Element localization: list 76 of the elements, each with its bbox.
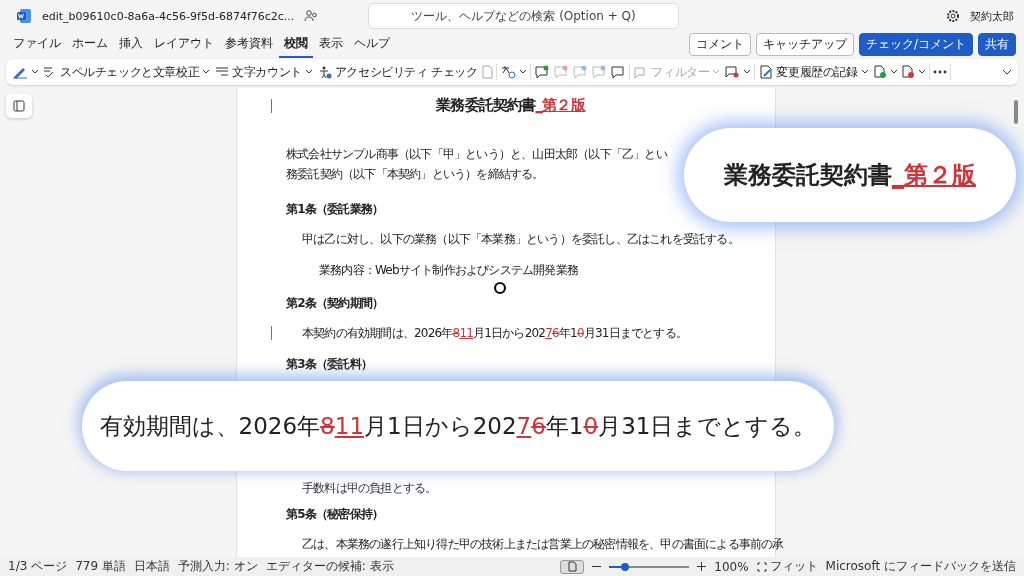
paragraph: 業務内容：Webサイト制作およびシステム開発業務 — [318, 263, 578, 277]
accessibility-button[interactable]: アクセシビリティ チェック — [316, 61, 479, 83]
caret-icon — [860, 69, 869, 75]
paragraph: 乙は、本業務の遂行上知り得た甲の技術上または営業上の秘密情報を、甲の書面による事前の承 — [301, 537, 784, 551]
menu-tab[interactable]: レイアウト — [149, 31, 219, 58]
article-heading: 第3条（委託料） — [286, 357, 372, 371]
track-changes-button[interactable]: 変更履歴の記録 — [758, 61, 870, 83]
menu-tab[interactable]: 参考資料 — [220, 31, 278, 58]
search-field[interactable]: ツール、ヘルプなどの検索 (Option + Q) — [368, 3, 679, 29]
status-item: 日本語 — [133, 558, 170, 575]
caret-icon — [712, 69, 721, 75]
header-button[interactable]: コメント — [688, 33, 751, 56]
paragraph: 本契約の有効期間は、2026年811月1日から20276年10月31日までとする。 — [301, 326, 688, 340]
zoom-in-icon[interactable] — [697, 562, 707, 571]
paragraph: 務委託契約（以下「本契約」という）を締結する。 — [286, 167, 544, 181]
magnified-text: 業務委託契約書_第２版 — [724, 160, 976, 191]
comment-icon[interactable] — [610, 65, 627, 79]
header-button[interactable]: 共有 — [978, 33, 1016, 56]
status-item: 1/3 ページ — [8, 558, 68, 575]
accessibility-icon — [317, 65, 332, 79]
document-edit-icon — [759, 65, 774, 79]
panel-icon — [13, 100, 25, 112]
word-count-button[interactable]: 文字カウント — [214, 61, 314, 83]
accept-icon[interactable] — [872, 65, 887, 79]
spelling-button[interactable]: スペルチェックと文章校正 — [42, 61, 212, 83]
article-heading: 第1条（委託業務） — [286, 202, 384, 216]
status-item: 779 単語 — [75, 558, 126, 575]
article-heading: 第2条（契約期間） — [286, 296, 384, 310]
caret-icon[interactable] — [889, 69, 898, 75]
status-item: エディターの候補: 表示 — [265, 558, 394, 575]
zoom-thumb[interactable] — [621, 562, 630, 571]
caret-icon[interactable] — [31, 69, 39, 75]
menu-tab[interactable]: ホーム — [67, 31, 113, 58]
article-heading: 第5条（秘密保持） — [286, 507, 384, 521]
user-name[interactable]: 契約太郎 — [970, 8, 1014, 24]
caret-icon — [202, 69, 211, 75]
status-item: 予測入力: オン — [177, 558, 258, 575]
menu-tab[interactable]: ヘルプ — [349, 31, 395, 58]
magnified-text: 有効期間は、2026年811月1日から20276年10月31日までとする。 — [99, 411, 817, 441]
lines-icon — [215, 66, 230, 78]
page-icon — [567, 561, 577, 572]
next-comment-icon — [591, 65, 608, 79]
menu-tab[interactable]: 挿入 — [114, 31, 148, 58]
fit-button[interactable]: フィット — [756, 558, 818, 575]
navigation-pane-button[interactable] — [6, 94, 32, 118]
paragraph: 株式会社サンプル商事（以下「甲」という）と、山田太郎（以下「乙」とい — [286, 147, 667, 161]
comment-check-icon[interactable] — [724, 65, 741, 79]
word-logo-icon[interactable] — [16, 8, 32, 24]
menu-tab[interactable]: 表示 — [314, 31, 348, 58]
paragraph: 甲は乙に対し、以下の業務（以下「本業務」という）を委託し、乙はこれを受託する。 — [301, 232, 739, 246]
caret-icon[interactable] — [743, 69, 752, 75]
delete-comment-icon — [553, 65, 570, 79]
menu-tab[interactable]: ファイル — [8, 31, 66, 58]
more-icon[interactable] — [932, 70, 947, 74]
fit-icon — [756, 561, 767, 572]
header-button[interactable]: チェック/コメント — [858, 33, 973, 56]
paragraph: 手数料は甲の負担とする。 — [301, 481, 437, 495]
new-comment-icon[interactable] — [534, 65, 551, 79]
header-button[interactable]: キャッチアップ — [755, 33, 854, 56]
people-icon[interactable] — [304, 9, 319, 23]
caret-icon[interactable] — [519, 69, 528, 75]
cursor-icon — [493, 281, 507, 295]
pen-icon[interactable] — [12, 65, 28, 79]
translate-icon[interactable] — [500, 65, 517, 79]
zoom-slider[interactable] — [609, 565, 690, 568]
document-title: 業務委託契約書_第２版 — [435, 96, 587, 115]
reject-icon[interactable] — [900, 65, 915, 79]
collapse-caret-icon[interactable] — [1002, 69, 1012, 75]
zoom-reading: 100% — [714, 559, 749, 574]
caret-icon — [304, 69, 313, 75]
settings-icon[interactable] — [946, 9, 960, 23]
file-name: edit_b09610c0-8a6a-4c56-9f5d-6874f76c2c... — [42, 9, 295, 23]
print-layout-button[interactable] — [560, 559, 585, 574]
previous-comment-icon — [572, 65, 589, 79]
feedback-link[interactable]: Microsoft にフィードバックを送信 — [825, 558, 1016, 575]
caret-icon[interactable] — [917, 69, 926, 75]
